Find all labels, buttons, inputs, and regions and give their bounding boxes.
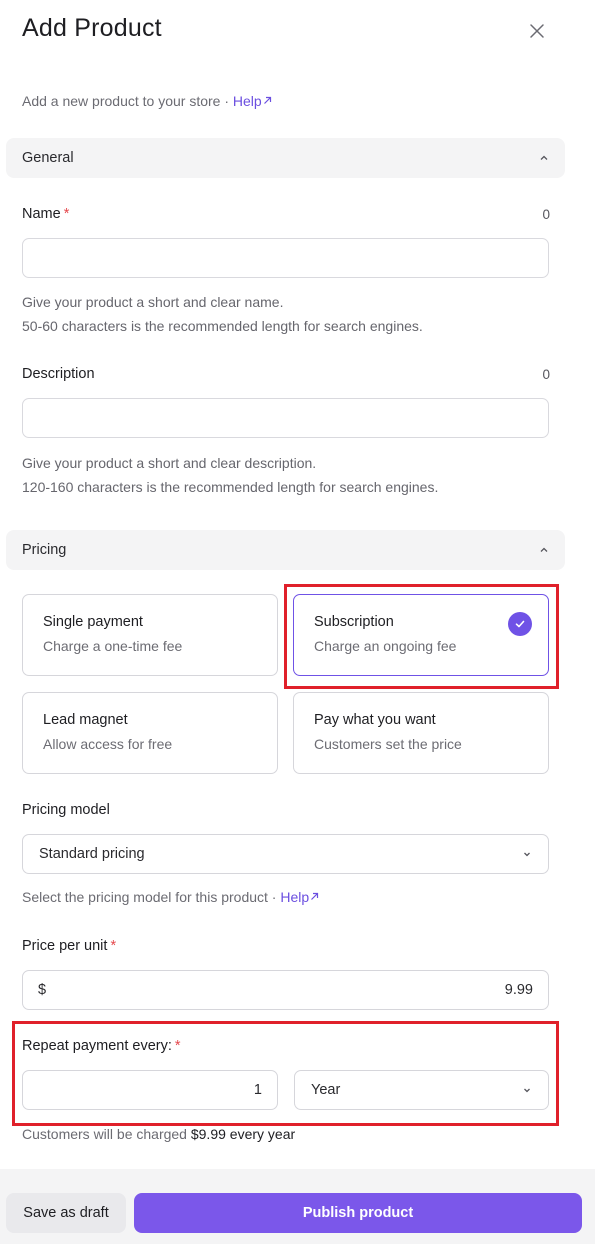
pricing-option-pay-what-you-want[interactable]: Pay what you want Customers set the pric… [293, 692, 549, 774]
external-link-icon [263, 96, 271, 104]
name-label-text: Name [22, 206, 61, 222]
required-mark: * [110, 938, 117, 954]
option-description: Customers set the price [314, 736, 462, 752]
chevron-down-icon [524, 1088, 530, 1093]
required-mark: * [174, 1038, 181, 1054]
name-label: Name * [22, 206, 69, 222]
repeat-period-select[interactable]: Year [294, 1070, 549, 1110]
external-link-icon [311, 892, 319, 900]
section-pricing-label: Pricing [22, 542, 67, 558]
section-general-header[interactable]: General [6, 138, 565, 178]
price-per-unit-input[interactable]: $ 9.99 [22, 970, 549, 1010]
price-per-unit-label-text: Price per unit [22, 938, 108, 954]
chevron-up-icon [540, 155, 548, 160]
page-title: Add Product [22, 14, 162, 42]
description-label: Description [22, 366, 95, 382]
close-button[interactable] [522, 16, 552, 46]
pricing-model-hint: Select the pricing model for this produc… [22, 889, 319, 905]
name-char-counter: 0 [542, 207, 550, 222]
pricing-model-help-link[interactable]: Help [280, 889, 319, 905]
option-title: Pay what you want [314, 712, 436, 728]
pricing-model-label: Pricing model [22, 802, 110, 818]
price-value: 9.99 [504, 982, 533, 998]
description-hint-line1: Give your product a short and clear desc… [22, 455, 317, 471]
pricing-model-select[interactable]: Standard pricing [22, 834, 549, 874]
help-link[interactable]: Help [233, 93, 272, 109]
name-hint: Give your product a short and clear name… [22, 290, 423, 338]
pricing-model-value: Standard pricing [39, 846, 145, 862]
pricing-option-single-payment[interactable]: Single payment Charge a one-time fee [22, 594, 278, 676]
section-general-label: General [22, 150, 74, 166]
close-icon [530, 24, 544, 38]
option-description: Charge an ongoing fee [314, 638, 457, 654]
repeat-summary-amount: $9.99 [190, 1126, 226, 1142]
required-mark: * [63, 206, 70, 222]
repeat-interval-value: 1 [253, 1082, 262, 1098]
page-subtitle: Add a new product to your store · Help [22, 93, 272, 109]
option-title: Subscription [314, 614, 394, 630]
repeat-summary-suffix: every year [229, 1126, 296, 1142]
save-draft-button[interactable]: Save as draft [6, 1193, 126, 1233]
description-hint-line2: 120-160 characters is the recommended le… [22, 479, 439, 495]
subtitle-text: Add a new product to your store · [22, 93, 229, 109]
name-hint-line2: 50-60 characters is the recommended leng… [22, 318, 423, 334]
repeat-period-value: Year [311, 1082, 341, 1098]
name-hint-line1: Give your product a short and clear name… [22, 294, 284, 310]
chevron-down-icon [524, 852, 530, 857]
repeat-payment-label: Repeat payment every: * [22, 1038, 181, 1054]
publish-product-button[interactable]: Publish product [134, 1193, 582, 1233]
name-input[interactable] [22, 238, 549, 278]
pricing-option-lead-magnet[interactable]: Lead magnet Allow access for free [22, 692, 278, 774]
option-description: Allow access for free [43, 736, 173, 752]
description-hint: Give your product a short and clear desc… [22, 451, 438, 499]
chevron-up-icon [540, 547, 548, 552]
currency-symbol: $ [38, 982, 47, 998]
pricing-model-hint-text: Select the pricing model for this produc… [22, 889, 277, 905]
repeat-summary-prefix: Customers will be charged [22, 1126, 187, 1142]
option-title: Single payment [43, 614, 143, 630]
help-link-label: Help [232, 93, 262, 109]
repeat-summary: Customers will be charged $9.99 every ye… [22, 1126, 295, 1142]
help-link-label: Help [280, 889, 310, 905]
description-input[interactable] [22, 398, 549, 438]
pricing-option-subscription[interactable]: Subscription Charge an ongoing fee [293, 594, 549, 676]
repeat-payment-label-text: Repeat payment every: [22, 1038, 172, 1054]
price-per-unit-label: Price per unit * [22, 938, 116, 954]
repeat-interval-input[interactable]: 1 [22, 1070, 278, 1110]
description-char-counter: 0 [542, 367, 550, 382]
option-title: Lead magnet [43, 712, 128, 728]
section-pricing-header[interactable]: Pricing [6, 530, 565, 570]
option-description: Charge a one-time fee [43, 638, 183, 654]
selected-check-badge [508, 612, 532, 636]
check-icon [515, 620, 525, 628]
